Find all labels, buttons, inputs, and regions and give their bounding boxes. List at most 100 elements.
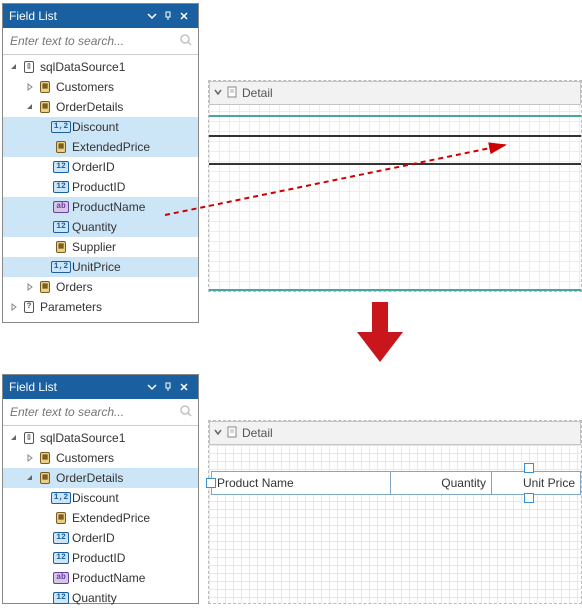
table-cell-product-name[interactable]: Product Name (212, 472, 391, 494)
tree-node-orders[interactable]: ▦Orders (3, 277, 198, 297)
tree-node-orderid[interactable]: 12OrderID (3, 528, 198, 548)
expander-icon (39, 160, 53, 174)
field-tree[interactable]: ▯sqlDataSource1▦Customers▦OrderDetails1,… (3, 426, 198, 608)
tree-node-supplier[interactable]: ▦Supplier (3, 237, 198, 257)
tree-node-orderid[interactable]: 12OrderID (3, 157, 198, 177)
node-label: ExtendedPrice (72, 140, 150, 154)
detail-band-header[interactable]: Detail (209, 81, 581, 105)
pin-icon[interactable] (160, 8, 176, 24)
tree-node-productname[interactable]: abProductName (3, 568, 198, 588)
tbl-icon: ▦ (37, 279, 53, 295)
tbl-icon: ▦ (37, 79, 53, 95)
dec-icon: 1,2 (53, 490, 69, 506)
expander-icon (39, 200, 53, 214)
band-doc-icon (226, 86, 238, 101)
tree-node-quantity[interactable]: 12Quantity (3, 588, 198, 608)
tbl-icon: ▦ (37, 450, 53, 466)
tree-node-unitprice[interactable]: 1,2UnitPrice (3, 257, 198, 277)
node-label: Customers (56, 80, 114, 94)
table-cell-quantity[interactable]: Quantity (391, 472, 492, 494)
expander-icon (39, 511, 53, 525)
node-label: UnitPrice (72, 260, 121, 274)
node-label: ProductID (72, 180, 125, 194)
close-icon[interactable] (176, 8, 192, 24)
field-tree[interactable]: ▯sqlDataSource1▦Customers▦OrderDetails1,… (3, 55, 198, 319)
node-label: Customers (56, 451, 114, 465)
q-icon: ? (21, 299, 37, 315)
resize-handle[interactable] (524, 493, 534, 503)
db-icon: ▯ (21, 430, 37, 446)
tree-node-discount[interactable]: 1,2Discount (3, 488, 198, 508)
search-row (3, 399, 198, 426)
node-label: Parameters (40, 300, 102, 314)
tree-node-sqldatasource1[interactable]: ▯sqlDataSource1 (3, 428, 198, 448)
tree-node-discount[interactable]: 1,2Discount (3, 117, 198, 137)
band-label: Detail (242, 86, 273, 100)
expander-icon[interactable] (7, 431, 21, 445)
tree-node-customers[interactable]: ▦Customers (3, 448, 198, 468)
tree-node-parameters[interactable]: ?Parameters (3, 297, 198, 317)
dropdown-icon[interactable] (144, 8, 160, 24)
table-row[interactable]: Product Name Quantity Unit Price (211, 471, 581, 495)
node-label: Discount (72, 491, 119, 505)
tree-node-productname[interactable]: abProductName (3, 197, 198, 217)
tree-node-extendedprice[interactable]: ▦ExtendedPrice (3, 137, 198, 157)
tree-node-orderdetails[interactable]: ▦OrderDetails (3, 97, 198, 117)
field-list-panel-before: Field List ▯sqlDataSource1▦Customers▦Ord… (2, 3, 199, 323)
grid-bg (209, 81, 581, 291)
search-icon[interactable] (179, 404, 193, 421)
expander-icon[interactable] (23, 280, 37, 294)
tree-node-extendedprice[interactable]: ▦ExtendedPrice (3, 508, 198, 528)
tree-node-productid[interactable]: 12ProductID (3, 177, 198, 197)
panel-header[interactable]: Field List (3, 4, 198, 28)
tree-node-quantity[interactable]: 12Quantity (3, 217, 198, 237)
border-line (209, 289, 581, 291)
node-label: OrderDetails (56, 471, 123, 485)
band-caret-icon[interactable] (214, 86, 222, 100)
node-label: Quantity (72, 220, 117, 234)
tree-node-sqldatasource1[interactable]: ▯sqlDataSource1 (3, 57, 198, 77)
expander-icon (39, 140, 53, 154)
str-icon: ab (53, 570, 69, 586)
node-label: OrderDetails (56, 100, 123, 114)
expander-icon[interactable] (23, 80, 37, 94)
dec-icon: 1,2 (53, 259, 69, 275)
ruler-line (209, 163, 581, 165)
node-label: Quantity (72, 591, 117, 605)
expander-icon[interactable] (23, 471, 37, 485)
table-cell-unit-price[interactable]: Unit Price (492, 472, 580, 494)
resize-handle[interactable] (524, 463, 534, 473)
tbl-icon: ▦ (53, 239, 69, 255)
search-input[interactable] (8, 33, 179, 49)
node-label: Supplier (72, 240, 116, 254)
panel-header[interactable]: Field List (3, 375, 198, 399)
tree-node-orderdetails[interactable]: ▦OrderDetails (3, 468, 198, 488)
dropdown-icon[interactable] (144, 379, 160, 395)
str-icon: ab (53, 199, 69, 215)
tbl-icon: ▦ (37, 99, 53, 115)
expander-icon[interactable] (7, 300, 21, 314)
tbl-icon: ▦ (53, 139, 69, 155)
ruler-line (209, 135, 581, 137)
expander-icon (39, 571, 53, 585)
dec-icon: 1,2 (53, 119, 69, 135)
tree-node-customers[interactable]: ▦Customers (3, 77, 198, 97)
expander-icon (39, 220, 53, 234)
resize-handle[interactable] (206, 478, 216, 488)
close-icon[interactable] (176, 379, 192, 395)
node-label: ProductName (72, 571, 145, 585)
band-caret-icon[interactable] (214, 426, 222, 440)
detail-band-header[interactable]: Detail (209, 421, 581, 445)
search-input[interactable] (8, 404, 179, 420)
expander-icon (39, 240, 53, 254)
design-surface-before[interactable]: Detail (208, 80, 582, 292)
expander-icon[interactable] (23, 451, 37, 465)
expander-icon[interactable] (23, 100, 37, 114)
tree-node-productid[interactable]: 12ProductID (3, 548, 198, 568)
pin-icon[interactable] (160, 379, 176, 395)
expander-icon[interactable] (7, 60, 21, 74)
design-surface-after[interactable]: Detail Product Name Quantity Unit Price (208, 420, 582, 604)
db-icon: ▯ (21, 59, 37, 75)
search-icon[interactable] (179, 33, 193, 50)
node-label: ProductID (72, 551, 125, 565)
